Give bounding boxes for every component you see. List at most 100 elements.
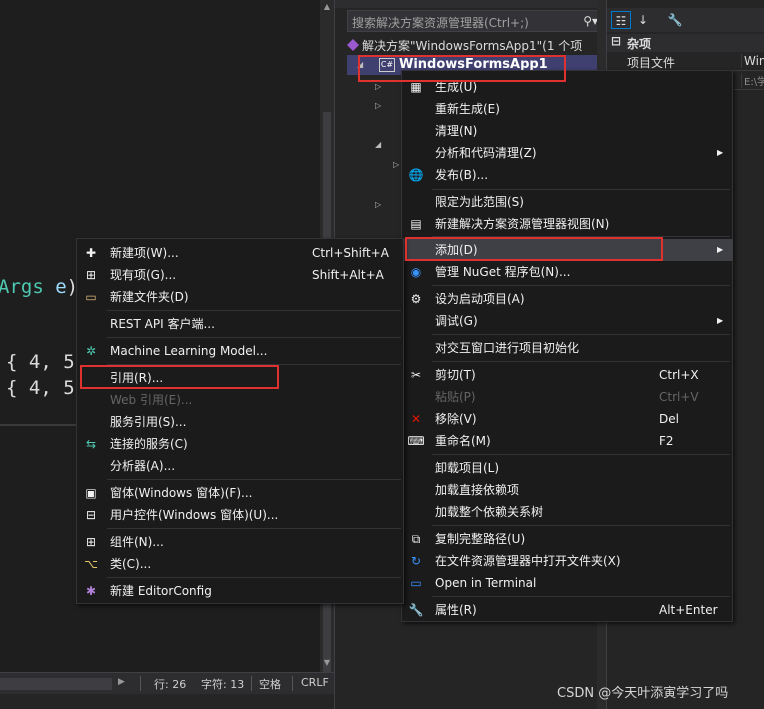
menu-item[interactable]: ⌨ 重命名(M) F2 [403,430,733,452]
toolbar [335,0,607,8]
menu-item-label: 新建项(W)... [110,246,179,260]
menu-item-shortcut: Shift+Alt+A [312,268,384,282]
menu-item-label: 重新生成(E) [435,102,500,116]
menu-item-label: 属性(R) [435,603,477,617]
menu-item[interactable]: ⧉ 复制完整路径(U) [403,528,733,550]
component-icon: ⊞ [85,535,97,549]
new-folder-icon: ▭ [85,290,97,304]
menu-item[interactable]: 服务引用(S)... [78,411,404,433]
menu-item-label: 加载整个依赖关系树 [435,505,544,519]
menu-item[interactable]: ▣ 窗体(Windows 窗体)(F)... [78,482,404,504]
horizontal-scrollbar[interactable] [0,678,112,690]
categorized-icon[interactable]: ☷ [611,11,631,29]
terminal-icon: ▭ [410,576,422,590]
menu-item-label: Machine Learning Model... [110,344,268,358]
property-row[interactable]: 项目文件 Wind [607,53,764,71]
search-icon[interactable]: ⚲▾ [583,14,598,28]
menu-item[interactable]: ↻ 在文件资源管理器中打开文件夹(X) [403,550,733,572]
menu-item-label: 组件(N)... [110,535,164,549]
menu-item[interactable]: 对交互窗口进行项目初始化 [403,337,733,359]
menu-item-label: 新建文件夹(D) [110,290,189,304]
menu-item[interactable]: 卸载项目(L) [403,457,733,479]
menu-item-label: 新建解决方案资源管理器视图(N) [435,217,610,231]
menu-item[interactable]: ⊞ 现有项(G)... Shift+Alt+A [78,264,404,286]
menu-item[interactable]: 加载直接依赖项 [403,479,733,501]
menu-item[interactable]: ▭ Open in Terminal [403,572,733,594]
class-icon: ⌥ [84,557,98,571]
menu-item[interactable]: ⚙ 设为启动项目(A) [403,288,733,310]
menu-item[interactable]: 调试(G) ▶ [403,310,733,332]
menu-item-shortcut: F2 [659,434,674,448]
menu-item[interactable]: ✲ Machine Learning Model... [78,340,404,362]
existing-item-icon: ⊞ [85,268,97,282]
scroll-right-icon[interactable]: ▶ [118,677,125,687]
ml-model-icon: ✲ [85,344,97,358]
highlight-add [405,237,663,261]
menu-item[interactable]: ⊟ 用户控件(Windows 窗体)(U)... [78,504,404,526]
remove-icon: ✕ [410,412,422,426]
expand-arrow-icon[interactable]: ◢ [375,140,381,149]
collapse-icon[interactable]: ⊟ [611,34,621,48]
property-category[interactable]: ⊟ 杂项 [607,34,764,52]
menu-item-label: 管理 NuGet 程序包(N)... [435,265,571,279]
menu-item[interactable]: ⊞ 组件(N)... [78,531,404,553]
menu-item-label: 连接的服务(C) [110,437,188,451]
collapsed-arrow-icon[interactable]: ▷ [375,200,381,209]
menu-item-label: 用户控件(Windows 窗体)(U)... [110,508,279,522]
menu-separator [432,285,730,286]
wrench-icon: 🔧 [408,603,424,617]
add-submenu: ✚ 新建项(W)... Ctrl+Shift+A ⊞ 现有项(G)... Shift+Al… [76,238,404,604]
menu-item-label: 窗体(Windows 窗体)(F)... [110,486,253,500]
menu-item-label: 设为启动项目(A) [435,292,525,306]
menu-item-label: Web 引用(E)... [110,393,193,407]
rename-icon: ⌨ [407,434,425,448]
solution-node[interactable]: 解决方案"WindowsFormsApp1"(1 个项 [347,36,582,56]
menu-item-label: 新建 EditorConfig [110,584,212,598]
search-input[interactable]: 搜索解决方案资源管理器(Ctrl+;) ⚲▾ [347,10,603,32]
menu-item[interactable]: ✱ 新建 EditorConfig [78,580,404,602]
line-ending-indicator[interactable]: CRLF [301,676,329,689]
menu-item[interactable]: ▭ 新建文件夹(D) [78,286,404,308]
menu-item[interactable]: 加载整个依赖关系树 [403,501,733,523]
char-indicator[interactable]: 字符: 13 [201,676,244,692]
sort-alpha-icon[interactable]: ↓ [633,11,653,29]
menu-item[interactable]: 分析器(A)... [78,455,404,477]
menu-item-label: 卸载项目(L) [435,461,500,475]
menu-item[interactable]: ✂ 剪切(T) Ctrl+X [403,364,733,386]
menu-item[interactable]: REST API 客户端... [78,313,404,335]
whitespace-indicator[interactable]: 空格 [259,676,281,692]
menu-item[interactable]: ✚ 新建项(W)... Ctrl+Shift+A [78,242,404,264]
menu-item[interactable]: 重新生成(E) [403,98,733,120]
menu-item[interactable]: ◉ 管理 NuGet 程序包(N)... [403,261,733,283]
menu-separator [432,361,730,362]
menu-separator [432,596,730,597]
scroll-up-icon[interactable]: ▲ [322,2,332,12]
menu-item[interactable]: 清理(N) [403,120,733,142]
line-indicator[interactable]: 行: 26 [154,676,186,692]
collapsed-arrow-icon[interactable]: ▷ [375,101,381,110]
menu-item-label: 重命名(M) [435,434,491,448]
menu-item[interactable]: 🔧 属性(R) Alt+Enter [403,599,733,621]
menu-item[interactable]: ⌥ 类(C)... [78,553,404,575]
collapsed-arrow-icon[interactable]: ▷ [375,82,381,91]
scroll-down-icon[interactable]: ▼ [322,658,332,668]
menu-item[interactable]: 限定为此范围(S) [403,191,733,213]
menu-item-label: 分析和代码清理(Z) [435,146,537,160]
wrench-icon[interactable]: 🔧 [665,11,685,29]
menu-item[interactable]: 🌐 发布(B)... [403,164,733,186]
menu-item-label: 对交互窗口进行项目初始化 [435,341,580,355]
menu-item[interactable]: ✕ 移除(V) Del [403,408,733,430]
editorconfig-icon: ✱ [85,584,97,598]
menu-item-label: 发布(B)... [435,168,489,182]
menu-item-label: 在文件资源管理器中打开文件夹(X) [435,554,621,568]
menu-item-shortcut: Ctrl+Shift+A [312,246,389,260]
menu-item[interactable]: ⇆ 连接的服务(C) [78,433,404,455]
menu-item[interactable]: ▤ 新建解决方案资源管理器视图(N) [403,213,733,235]
code-line: { 4, 5 [6,351,75,373]
code-line: Args e) [0,276,79,298]
menu-separator [432,525,730,526]
scissors-icon: ✂ [410,368,422,382]
collapsed-arrow-icon[interactable]: ▷ [393,160,399,169]
menu-item[interactable]: 分析和代码清理(Z) ▶ [403,142,733,164]
menu-item-label: 现有项(G)... [110,268,177,282]
